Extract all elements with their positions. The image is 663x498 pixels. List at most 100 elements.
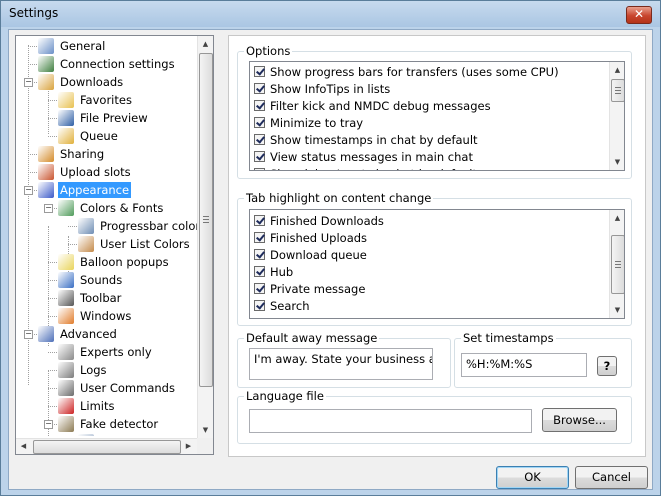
progressbar-icon xyxy=(78,218,94,234)
tab-highlight-option-row[interactable]: Download queue xyxy=(254,246,367,263)
tree-item-user-commands[interactable]: User Commands xyxy=(58,379,177,397)
checkbox-checked-icon[interactable] xyxy=(254,300,265,311)
option-label: Show joins / parts in chat by default xyxy=(270,167,477,171)
option-label: Minimize to tray xyxy=(270,115,364,130)
tree-item-balloon-popups[interactable]: Balloon popups xyxy=(58,253,171,271)
tree-item-fake-detector[interactable]: Fake detector xyxy=(58,415,160,433)
tree-item-windows[interactable]: Windows xyxy=(58,307,133,325)
queue-icon xyxy=(58,128,74,144)
browse-button[interactable]: Browse... xyxy=(542,408,617,432)
scrollbar-corner xyxy=(197,438,213,454)
tab-highlight-option-row[interactable]: Hub xyxy=(254,263,293,280)
options-option-row[interactable]: Show timestamps in chat by default xyxy=(254,131,478,148)
checkbox-checked-icon[interactable] xyxy=(254,266,265,277)
tree-item-label: User Commands xyxy=(80,381,175,395)
tree-item-queue[interactable]: Queue xyxy=(58,127,120,145)
options-scrollbar[interactable]: ▲ ▼ xyxy=(609,62,624,170)
timestamps-help-button[interactable]: ? xyxy=(597,356,617,376)
options-scroll-thumb[interactable] xyxy=(611,79,624,102)
tree-expander-icon[interactable]: − xyxy=(24,186,33,195)
tree-item-colors-fonts[interactable]: Colors & Fonts xyxy=(58,199,165,217)
download-icon xyxy=(38,74,54,90)
checkbox-checked-icon[interactable] xyxy=(254,100,265,111)
scroll-up-arrow-icon[interactable]: ▲ xyxy=(610,210,624,226)
close-button[interactable]: ✕ xyxy=(626,6,652,24)
tree-item-user-list-colors[interactable]: User List Colors xyxy=(78,235,192,253)
checkbox-checked-icon[interactable] xyxy=(254,168,265,170)
tree-item-favorites[interactable]: Favorites xyxy=(58,91,134,109)
sound-icon xyxy=(58,272,74,288)
checkbox-checked-icon[interactable] xyxy=(254,66,265,77)
scroll-down-arrow-icon[interactable]: ▼ xyxy=(610,154,624,170)
scroll-right-arrow-icon[interactable]: ▶ xyxy=(181,438,196,454)
tab-highlight-scrollbar[interactable]: ▲ ▼ xyxy=(609,210,624,318)
settings-tree-content: General Connection settings − Downloads Favo… xyxy=(16,36,197,436)
ok-button[interactable]: OK xyxy=(496,466,569,489)
timestamps-input[interactable]: %H:%M:%S xyxy=(461,353,587,377)
scroll-down-arrow-icon[interactable]: ▼ xyxy=(198,422,213,438)
tree-item-experts-only[interactable]: Experts only xyxy=(58,343,154,361)
checkbox-checked-icon[interactable] xyxy=(254,283,265,294)
checkbox-checked-icon[interactable] xyxy=(254,117,265,128)
tree-expander-icon[interactable]: − xyxy=(44,204,53,213)
tab-highlight-option-row[interactable]: Finished Uploads xyxy=(254,229,367,246)
scroll-left-arrow-icon[interactable]: ◀ xyxy=(16,438,31,454)
title-bar[interactable]: Settings ✕ xyxy=(1,1,660,27)
tree-item-sharing[interactable]: Sharing xyxy=(38,145,106,163)
tree-expander-icon[interactable]: − xyxy=(44,420,53,429)
tree-item-toolbar[interactable]: Toolbar xyxy=(58,289,123,307)
tab-highlight-option-row[interactable]: Private message xyxy=(254,280,365,297)
tree-hscroll-thumb[interactable] xyxy=(33,440,181,454)
options-option-row[interactable]: Filter kick and NMDC debug messages xyxy=(254,97,491,114)
tree-item-downloads[interactable]: Downloads xyxy=(38,73,125,91)
away-message-input[interactable]: I'm away. State your business and I xyxy=(249,348,433,380)
windows-icon xyxy=(58,308,74,324)
tree-item-limits[interactable]: Limits xyxy=(58,397,117,415)
tree-item-progressbar-colors[interactable]: Progressbar colors xyxy=(78,217,197,235)
tree-scroll-thumb[interactable] xyxy=(199,53,213,387)
tab-highlight-option-row[interactable]: Search xyxy=(254,297,310,314)
checkbox-checked-icon[interactable] xyxy=(254,232,265,243)
tree-item-file-preview[interactable]: File Preview xyxy=(58,109,150,127)
scroll-up-arrow-icon[interactable]: ▲ xyxy=(610,62,624,78)
cancel-button[interactable]: Cancel xyxy=(575,466,648,489)
language-file-input[interactable] xyxy=(249,409,532,433)
options-option-row[interactable]: Minimize to tray xyxy=(254,114,363,131)
tree-item-appearance[interactable]: Appearance xyxy=(38,181,132,199)
fake-detector-icon xyxy=(58,416,74,432)
scroll-up-arrow-icon[interactable]: ▲ xyxy=(198,36,213,52)
checkbox-checked-icon[interactable] xyxy=(254,134,265,145)
options-group: Options Show progress bars for transfers… xyxy=(237,44,632,179)
tab-highlight-scroll-thumb[interactable] xyxy=(611,235,624,294)
tree-item-connection-settings[interactable]: Connection settings xyxy=(38,55,177,73)
tree-item-sounds[interactable]: Sounds xyxy=(58,271,124,289)
checkbox-checked-icon[interactable] xyxy=(254,83,265,94)
tree-horizontal-scrollbar[interactable]: ◀ ▶ xyxy=(16,438,197,454)
options-option-row[interactable]: Show InfoTips in lists xyxy=(254,80,390,97)
tree-expander-icon[interactable]: − xyxy=(24,330,33,339)
option-label: Hub xyxy=(270,264,294,279)
tree-item-label: Queue xyxy=(80,129,118,143)
option-label: Search xyxy=(270,298,310,313)
tree-vertical-scrollbar[interactable]: ▲ ▼ xyxy=(197,36,213,438)
option-label: Private message xyxy=(270,281,366,296)
tree-item-upload-slots[interactable]: Upload slots xyxy=(38,163,133,181)
tree-item-general[interactable]: General xyxy=(38,37,107,55)
tree-expander-icon[interactable]: − xyxy=(24,78,33,87)
options-option-row[interactable]: Show joins / parts in chat by default xyxy=(254,165,477,171)
scroll-down-arrow-icon[interactable]: ▼ xyxy=(610,302,624,318)
away-message-group-title: Default away message xyxy=(244,331,380,345)
option-label: Show timestamps in chat by default xyxy=(270,132,478,147)
options-option-row[interactable]: Show progress bars for transfers (uses s… xyxy=(254,63,559,80)
options-option-row[interactable]: View status messages in main chat xyxy=(254,148,473,165)
checkbox-checked-icon[interactable] xyxy=(254,151,265,162)
tree-item-clients[interactable]: Clients xyxy=(78,433,141,436)
tree-item-advanced[interactable]: Advanced xyxy=(38,325,119,343)
users-icon xyxy=(38,38,54,54)
tab-highlight-option-row[interactable]: Finished Downloads xyxy=(254,212,384,229)
user-commands-icon xyxy=(58,380,74,396)
checkbox-checked-icon[interactable] xyxy=(254,249,265,260)
favorites-folder-icon xyxy=(58,92,74,108)
tree-item-logs[interactable]: Logs xyxy=(58,361,109,379)
checkbox-checked-icon[interactable] xyxy=(254,215,265,226)
